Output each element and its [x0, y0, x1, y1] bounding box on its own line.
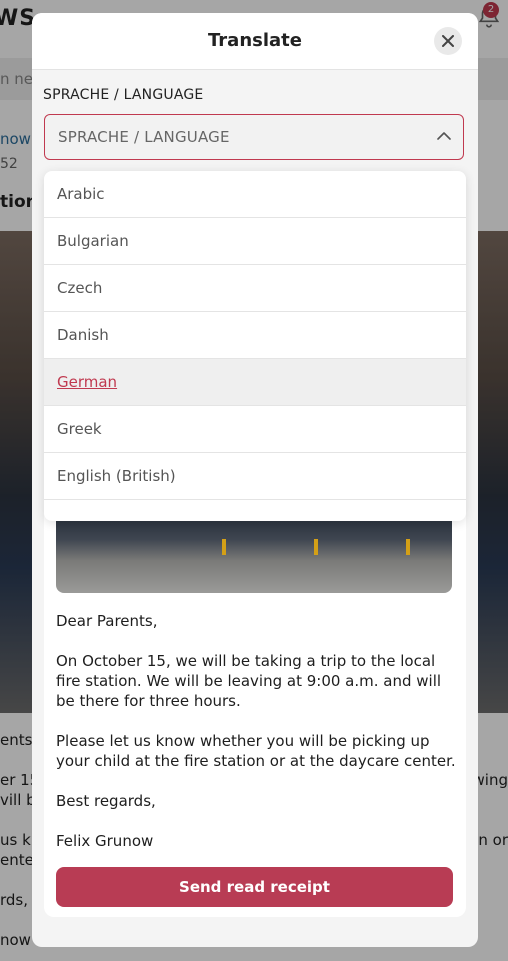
language-option-label: English (British) [57, 467, 176, 485]
post-signature: Felix Grunow [56, 832, 154, 850]
language-option-czech[interactable]: Czech [44, 265, 466, 312]
language-option-danish[interactable]: Danish [44, 312, 466, 359]
language-select-placeholder: SPRACHE / LANGUAGE [58, 128, 230, 146]
floor-marking [314, 539, 318, 555]
language-option-bulgarian[interactable]: Bulgarian [44, 218, 466, 265]
language-option-german[interactable]: German [44, 359, 466, 406]
language-option-greek[interactable]: Greek [44, 406, 466, 453]
language-option-arabic[interactable]: Arabic [44, 171, 466, 218]
post-image [56, 521, 452, 593]
modal-header: Translate [32, 13, 478, 70]
modal-title: Translate [208, 30, 302, 51]
language-option-label: Arabic [57, 185, 105, 203]
send-read-receipt-button[interactable]: Send read receipt [56, 867, 453, 907]
language-select[interactable]: SPRACHE / LANGUAGE [44, 114, 464, 160]
close-button[interactable] [434, 27, 462, 55]
floor-marking [222, 539, 226, 555]
language-option-label: Czech [57, 279, 103, 297]
post-body: Dear Parents, On October 15, we will be … [56, 611, 458, 871]
post-paragraph: On October 15, we will be taking a trip … [56, 652, 442, 710]
chevron-up-icon [437, 132, 451, 140]
language-option-label: Danish [57, 326, 109, 344]
floor-marking [406, 539, 410, 555]
language-option-english-british[interactable]: English (British) [44, 453, 466, 500]
language-option-label: German [57, 373, 118, 391]
language-dropdown: Arabic Bulgarian Czech Danish German Gre… [44, 171, 466, 521]
translate-modal: Translate SPRACHE / LANGUAGE SPRACHE / L… [32, 13, 478, 947]
language-option-label: Greek [57, 420, 102, 438]
close-icon [442, 35, 454, 47]
post-paragraph: Please let us know whether you will be p… [56, 732, 456, 770]
language-label: SPRACHE / LANGUAGE [43, 87, 204, 103]
post-closing: Best regards, [56, 792, 156, 810]
language-option-label: Bulgarian [57, 232, 129, 250]
post-greeting: Dear Parents, [56, 612, 158, 630]
